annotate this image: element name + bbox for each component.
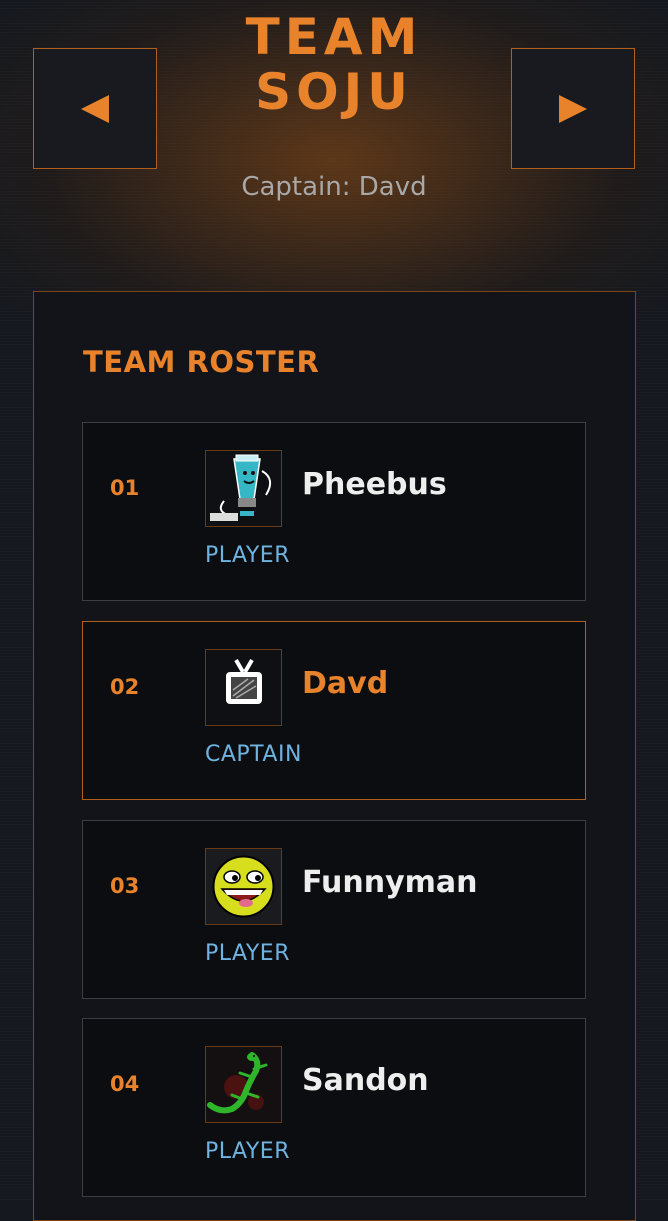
- roster-number: 02: [110, 675, 140, 699]
- lizard-avatar: [205, 1046, 282, 1123]
- player-name[interactable]: Funnyman: [302, 865, 478, 900]
- player-name[interactable]: Sandon: [302, 1063, 429, 1098]
- role-label: PLAYER: [205, 1139, 290, 1164]
- player-name[interactable]: Davd: [302, 666, 388, 701]
- previous-team-button[interactable]: [33, 48, 157, 169]
- role-label: PLAYER: [205, 941, 290, 966]
- triangle-right-icon: [559, 94, 587, 123]
- team-name: TEAM SOJU: [245, 8, 423, 121]
- captain-line: Captain: Davd: [241, 172, 427, 202]
- triangle-left-icon: [81, 94, 109, 123]
- roster-card[interactable]: 04 Sandon PLAYER: [82, 1018, 586, 1197]
- roster-number: 01: [110, 476, 140, 500]
- tv-avatar: [205, 649, 282, 726]
- roster-number: 04: [110, 1072, 140, 1096]
- smiley-avatar: [205, 848, 282, 925]
- roster-card[interactable]: 01 Pheebus PLAYER: [82, 422, 586, 601]
- roster-title: TEAM ROSTER: [83, 345, 320, 379]
- next-team-button[interactable]: [511, 48, 635, 169]
- roster-number: 03: [110, 874, 140, 898]
- role-label: CAPTAIN: [205, 742, 302, 767]
- roster-card[interactable]: 03 Funnyman PLAYER: [82, 820, 586, 999]
- player-name[interactable]: Pheebus: [302, 467, 447, 502]
- paint-tube-avatar: [205, 450, 282, 527]
- role-label: PLAYER: [205, 543, 290, 568]
- roster-card-captain[interactable]: 02 Davd CAPTAIN: [82, 621, 586, 800]
